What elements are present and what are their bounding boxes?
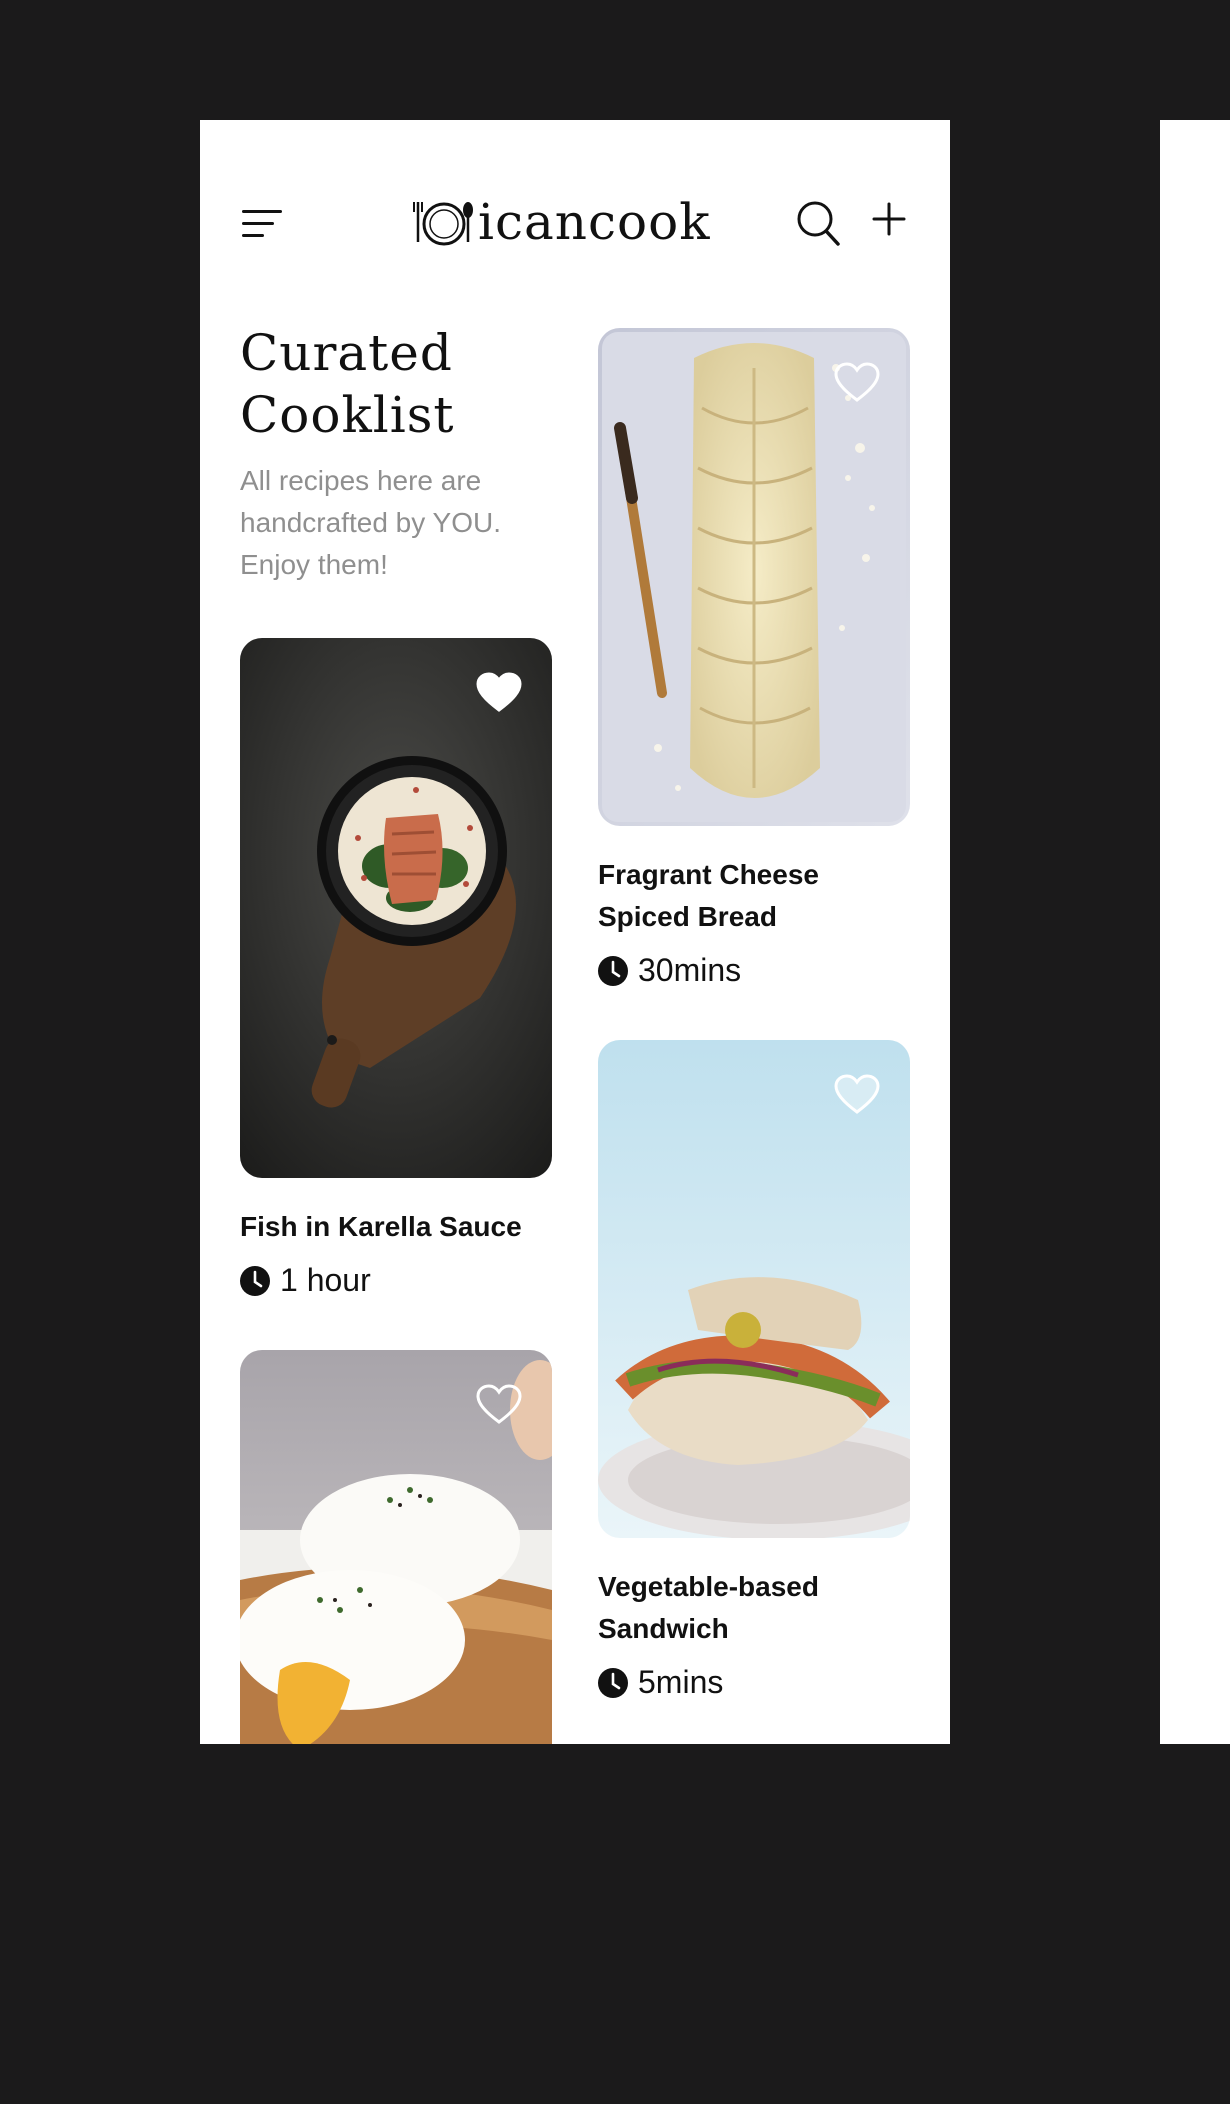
recipe-card[interactable]: Fragrant Cheese Spiced Bread 30mins <box>598 328 910 989</box>
recipe-time-label: 5mins <box>638 1664 724 1700</box>
logo-text: icancook <box>478 193 711 251</box>
heart-icon[interactable] <box>834 362 880 404</box>
recipe-image[interactable] <box>598 328 910 826</box>
recipe-time: 1 hour <box>240 1262 552 1299</box>
logo-icon <box>413 202 473 246</box>
page-title: Curated Cooklist <box>240 324 455 444</box>
heart-icon[interactable] <box>834 1074 880 1116</box>
recipe-title[interactable]: Vegetable-based Sandwich <box>598 1566 910 1650</box>
recipe-time: 30mins <box>598 952 910 989</box>
next-screen-preview <box>1160 120 1230 1744</box>
recipe-time-label: 30mins <box>638 952 742 988</box>
clock-icon <box>598 955 628 986</box>
page-subtitle: All recipes here are handcrafted by YOU.… <box>240 465 501 580</box>
recipe-time: 5mins <box>598 1664 910 1701</box>
plus-icon[interactable] <box>872 202 906 236</box>
fish-photo <box>240 638 552 1178</box>
recipe-image[interactable] <box>598 1040 910 1538</box>
menu-icon[interactable] <box>242 210 284 240</box>
recipe-image[interactable] <box>240 638 552 1178</box>
app-logo[interactable]: icancook <box>410 192 711 252</box>
heart-icon[interactable] <box>476 672 522 714</box>
recipe-time-label: 1 hour <box>280 1262 371 1298</box>
recipe-title[interactable]: Fish in Karella Sauce <box>240 1206 552 1248</box>
app-screen: icancook Curated Cooklist All recipes he… <box>200 120 950 1744</box>
recipe-image[interactable] <box>240 1350 552 1744</box>
search-icon[interactable] <box>796 200 840 246</box>
recipe-card[interactable]: Fish in Karella Sauce 1 hour <box>240 638 552 1299</box>
recipe-card[interactable] <box>240 1350 552 1744</box>
recipe-title[interactable]: Fragrant Cheese Spiced Bread <box>598 854 910 938</box>
recipe-card[interactable]: Vegetable-based Sandwich 5mins <box>598 1040 910 1701</box>
heart-icon[interactable] <box>476 1384 522 1426</box>
clock-icon <box>598 1667 628 1698</box>
clock-icon <box>240 1265 270 1296</box>
